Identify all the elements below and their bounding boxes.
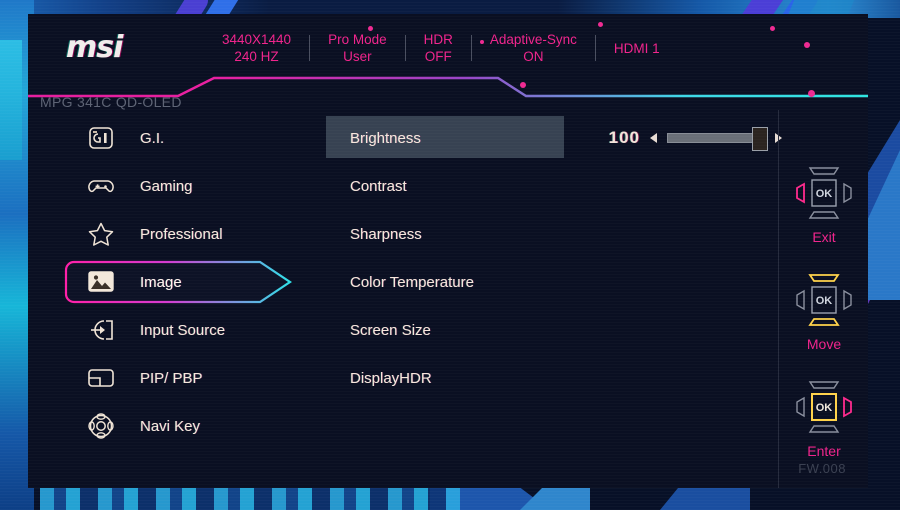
decor-dot [598, 22, 603, 27]
decor-dot [808, 90, 815, 97]
osd-header: msi 3440X1440 240 HZ Pro Mode User HDR O… [28, 14, 868, 76]
option-row-screen-size[interactable]: Screen Size [298, 306, 798, 354]
sidebar-item-label: Input Source [140, 321, 226, 339]
input-arrow-icon [86, 315, 116, 345]
option-label: DisplayHDR [350, 369, 432, 387]
option-row-sharpness[interactable]: Sharpness [298, 210, 798, 258]
status-hdr-line1: HDR [423, 32, 453, 47]
brightness-slider[interactable] [667, 127, 768, 151]
sidebar-item-label: G.I. [140, 129, 165, 147]
joystick-ok-right-icon: OK [792, 381, 856, 440]
nav-section-divider [778, 110, 779, 488]
options-list: Brightness 100 Contrast Sharpness Color … [298, 114, 798, 402]
status-hdr-line2: OFF [424, 49, 452, 64]
gaming-intelligence-icon [86, 123, 116, 153]
osd-panel: msi 3440X1440 240 HZ Pro Mode User HDR O… [28, 14, 868, 488]
decrease-arrow-icon[interactable] [650, 133, 657, 143]
nav-hint-enter[interactable]: OK Enter [780, 378, 868, 459]
status-adaptive-sync: Adaptive-Sync ON [486, 31, 581, 65]
option-label: Sharpness [350, 225, 422, 243]
brightness-control[interactable]: 100 [598, 127, 792, 151]
status-resolution-line1: 3440X1440 [222, 32, 292, 47]
pip-pbp-icon [86, 363, 116, 393]
picture-icon [86, 267, 116, 297]
sidebar-item-label: Gaming [140, 177, 193, 195]
sidebar-item-input-source[interactable]: Input Source [28, 306, 298, 354]
status-separator [470, 35, 472, 61]
msi-logo: msi [66, 30, 123, 65]
decor-dot [368, 26, 373, 31]
status-resolution-line2: 240 HZ [234, 49, 279, 64]
status-mode: Pro Mode User [324, 31, 391, 65]
sidebar-item-gi[interactable]: G.I. [28, 114, 298, 162]
joystick-updown-icon: OK [792, 274, 856, 333]
option-label: Screen Size [350, 321, 431, 339]
status-hdr: HDR OFF [420, 31, 457, 65]
status-bar: 3440X1440 240 HZ Pro Mode User HDR OFF A… [218, 26, 664, 70]
brightness-value: 100 [608, 128, 640, 147]
decor-dot [480, 40, 484, 44]
joystick-left-icon: OK [792, 167, 856, 226]
model-name: MPG 341C QD-OLED [40, 94, 182, 110]
option-row-color-temperature[interactable]: Color Temperature [298, 258, 798, 306]
status-separator [594, 35, 596, 61]
nav-hint-move[interactable]: OK Move [780, 271, 868, 352]
status-input-line1: HDMI 1 [613, 40, 660, 56]
option-label: Brightness [350, 129, 421, 147]
sidebar-item-navi-key[interactable]: Navi Key [28, 402, 298, 450]
sidebar-item-pip-pbp[interactable]: PIP/ PBP [28, 354, 298, 402]
status-separator [404, 35, 406, 61]
wallpaper-left-band-accent [0, 40, 22, 160]
sidebar-item-gaming[interactable]: Gaming [28, 162, 298, 210]
svg-text:OK: OK [816, 402, 833, 414]
nav-hints: OK Exit OK Move OK Enter [780, 164, 868, 485]
option-row-brightness[interactable]: Brightness 100 [298, 114, 798, 162]
sidebar-item-image[interactable]: Image [28, 258, 298, 306]
sidebar-menu: G.I. Gaming Professional Image Input Sou… [28, 114, 298, 450]
decor-dot [770, 26, 775, 31]
sidebar-item-label: Image [140, 273, 182, 291]
gamepad-icon [86, 171, 116, 201]
sidebar-item-label: Navi Key [140, 417, 201, 435]
sidebar-item-professional[interactable]: Professional [28, 210, 298, 258]
monitor-osd-screen: msi 3440X1440 240 HZ Pro Mode User HDR O… [0, 0, 900, 510]
option-label: Color Temperature [350, 273, 474, 291]
option-label: Contrast [350, 177, 407, 195]
status-separator [309, 35, 311, 61]
sidebar-item-label: PIP/ PBP [140, 369, 203, 387]
star-icon [86, 219, 116, 249]
brightness-slider-knob[interactable] [752, 127, 768, 151]
decor-dot [804, 42, 810, 48]
nav-hint-exit[interactable]: OK Exit [780, 164, 868, 245]
nav-hint-label: Move [806, 336, 842, 352]
status-adaptive-sync-line2: ON [523, 49, 544, 64]
sidebar-item-label: Professional [140, 225, 223, 243]
status-adaptive-sync-line1: Adaptive-Sync [489, 32, 577, 47]
option-row-displayhdr[interactable]: DisplayHDR [298, 354, 798, 402]
firmware-version: FW.008 [798, 461, 846, 476]
nav-hint-label: Enter [807, 443, 841, 459]
svg-text:OK: OK [816, 188, 833, 200]
status-mode-line1: Pro Mode [328, 32, 387, 47]
svg-text:OK: OK [816, 295, 833, 307]
decor-dot [520, 82, 526, 88]
navi-key-icon [86, 411, 116, 441]
status-mode-line2: User [343, 49, 372, 64]
option-row-contrast[interactable]: Contrast [298, 162, 798, 210]
status-input: HDMI 1 [610, 40, 664, 57]
status-resolution: 3440X1440 240 HZ [218, 31, 295, 65]
nav-hint-label: Exit [812, 229, 836, 245]
